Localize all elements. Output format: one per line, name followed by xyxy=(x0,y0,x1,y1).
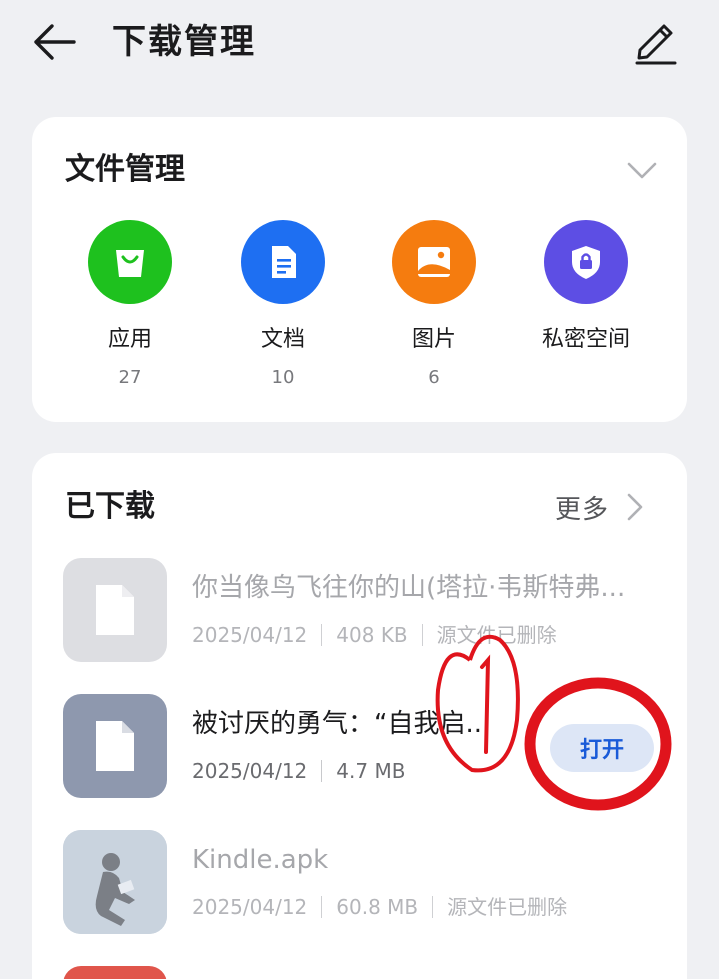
file-management-title: 文件管理 xyxy=(65,152,185,187)
category-label: 应用 xyxy=(107,327,152,352)
top-bar: 下载管理 xyxy=(0,0,719,90)
divider xyxy=(421,624,423,646)
file-categories: 应用 27 文档 10 图片 6 私密空间 xyxy=(32,220,687,400)
file-icon xyxy=(63,694,167,798)
download-meta: 2025/04/12 60.8 MB 源文件已删除 xyxy=(192,892,567,922)
pencil-icon[interactable] xyxy=(632,16,680,66)
chevron-right-icon xyxy=(627,493,643,521)
category-images[interactable]: 图片 6 xyxy=(359,220,509,400)
image-icon xyxy=(392,220,476,304)
download-status: 源文件已删除 xyxy=(436,623,557,647)
category-count: 6 xyxy=(428,367,440,388)
open-button[interactable]: 打开 xyxy=(550,724,654,772)
category-documents[interactable]: 文档 10 xyxy=(208,220,358,400)
downloaded-title: 已下载 xyxy=(65,489,155,524)
arrow-left-icon[interactable] xyxy=(30,20,78,64)
category-label: 图片 xyxy=(411,327,456,352)
download-date: 2025/04/12 xyxy=(192,759,308,783)
file-management-card: 文件管理 应用 27 文档 10 图片 6 私密空间 xyxy=(32,117,687,422)
category-label: 文档 xyxy=(260,327,305,352)
shopping-bag-icon xyxy=(88,220,172,304)
download-name: Kindle.apk xyxy=(192,845,329,875)
download-status: 源文件已删除 xyxy=(447,895,568,919)
download-size: 60.8 MB xyxy=(336,895,419,919)
downloaded-card: 已下载 更多 你当像鸟飞往你的山(塔拉·韦斯特弗... 2025/04/12 4… xyxy=(32,453,687,979)
download-date: 2025/04/12 xyxy=(192,623,308,647)
page-title: 下载管理 xyxy=(112,22,256,62)
category-count: 10 xyxy=(271,367,295,388)
category-apps[interactable]: 应用 27 xyxy=(55,220,205,400)
document-icon xyxy=(241,220,325,304)
divider xyxy=(321,624,323,646)
download-meta: 2025/04/12 4.7 MB xyxy=(192,756,405,786)
download-item[interactable]: 你当像鸟飞往你的山(塔拉·韦斯特弗... 2025/04/12 408 KB 源… xyxy=(32,558,687,668)
kindle-reader-icon xyxy=(63,830,167,934)
shield-lock-icon xyxy=(544,220,628,304)
download-date: 2025/04/12 xyxy=(192,895,308,919)
download-item[interactable]: Kindle.apk 2025/04/12 60.8 MB 源文件已删除 xyxy=(32,830,687,940)
download-item[interactable]: 被讨厌的勇气：“自我启.. 2025/04/12 4.7 MB 打开 xyxy=(32,694,687,804)
more-label: 更多 xyxy=(554,494,609,525)
divider xyxy=(432,896,434,918)
divider xyxy=(321,896,323,918)
download-size: 4.7 MB xyxy=(336,759,406,783)
category-private-space[interactable]: 私密空间 xyxy=(511,220,661,400)
divider xyxy=(321,760,323,782)
download-size: 408 KB xyxy=(336,623,408,647)
file-icon xyxy=(63,558,167,662)
download-name: 你当像鸟飞往你的山(塔拉·韦斯特弗... xyxy=(192,573,626,603)
partial-download-thumb xyxy=(63,966,167,979)
category-label: 私密空间 xyxy=(541,327,630,352)
chevron-down-icon[interactable] xyxy=(625,153,659,187)
category-count: 27 xyxy=(118,367,142,388)
download-manager-screen: 下载管理 文件管理 应用 27 文档 10 图片 6 私密空间 已下载 更多 你… xyxy=(0,0,719,979)
more-link[interactable]: 更多 xyxy=(555,489,645,525)
download-name: 被讨厌的勇气：“自我启.. xyxy=(192,709,482,739)
download-meta: 2025/04/12 408 KB 源文件已删除 xyxy=(192,620,557,650)
